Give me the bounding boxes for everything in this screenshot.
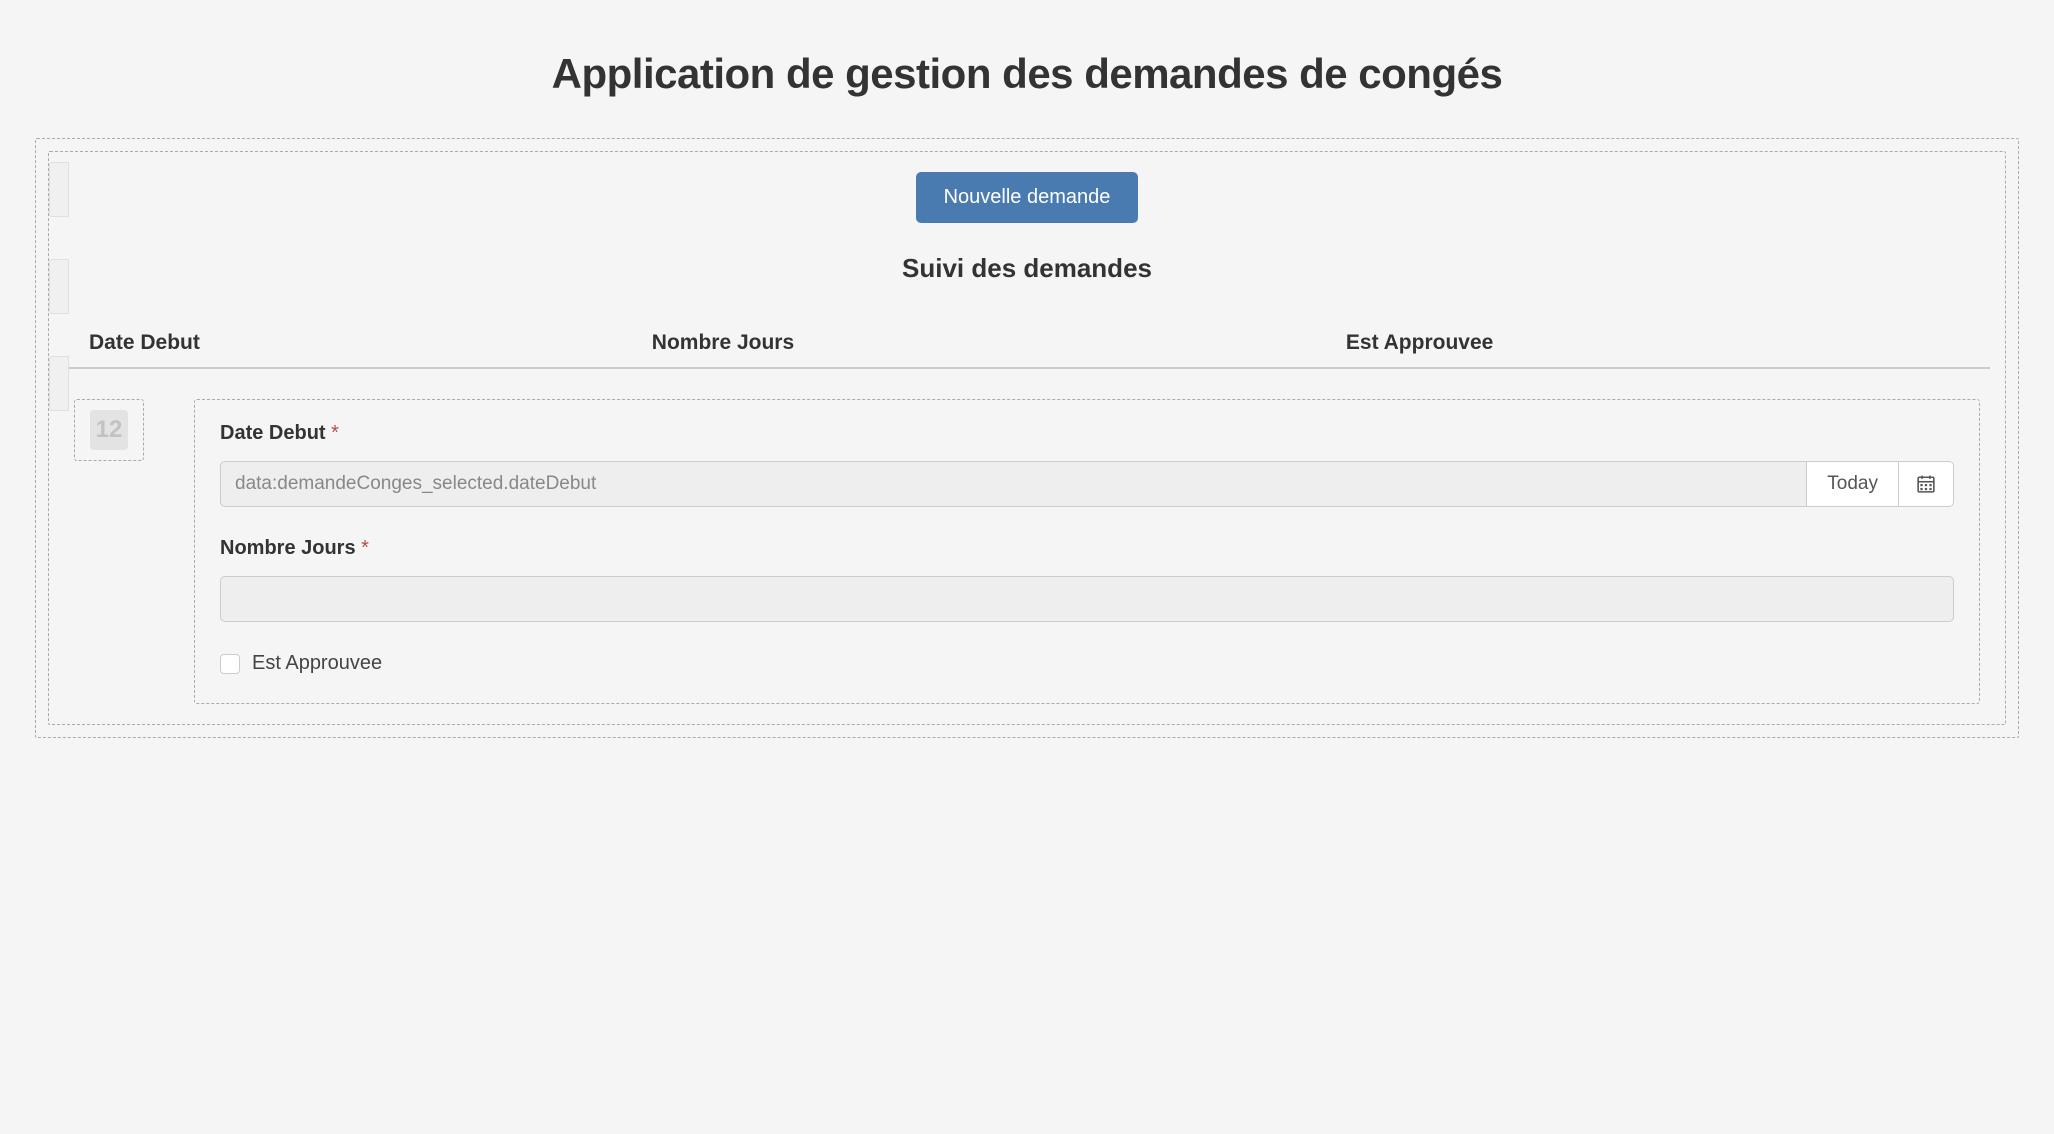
column-header-nombre-jours[interactable]: Nombre Jours: [652, 331, 1346, 355]
drag-handle-icon[interactable]: [49, 162, 69, 217]
record-index-badge-frame: 12: [74, 399, 144, 461]
est-approuvee-label: Est Approuvee: [252, 652, 382, 675]
nombre-jours-input[interactable]: [220, 576, 1954, 622]
designer-inner-frame: Nouvelle demande Suivi des demandes Date…: [48, 151, 2006, 725]
nombre-jours-label-text: Nombre Jours: [220, 537, 356, 559]
date-debut-input[interactable]: [220, 461, 1807, 507]
date-debut-label: Date Debut *: [220, 422, 1954, 445]
required-star-icon: *: [331, 422, 339, 444]
designer-handles: [49, 162, 69, 411]
nombre-jours-label: Nombre Jours *: [220, 537, 1954, 560]
est-approuvee-checkbox[interactable]: [220, 654, 240, 674]
detail-row: 12 Date Debut * Today: [64, 399, 1990, 704]
column-header-est-approuvee[interactable]: Est Approuvee: [1346, 331, 1965, 355]
required-star-icon: *: [361, 537, 369, 559]
column-header-date-debut[interactable]: Date Debut: [89, 331, 652, 355]
date-debut-label-text: Date Debut: [220, 422, 326, 444]
table-header-row: Date Debut Nombre Jours Est Approuvee: [64, 319, 1990, 369]
form-group-est-approuvee: Est Approuvee: [220, 652, 1954, 675]
app-title: Application de gestion des demandes de c…: [20, 50, 2034, 98]
new-request-button[interactable]: Nouvelle demande: [916, 172, 1139, 223]
calendar-picker-button[interactable]: [1899, 461, 1954, 507]
today-button[interactable]: Today: [1807, 461, 1899, 507]
record-index-badge: 12: [90, 410, 129, 450]
form-group-nombre-jours: Nombre Jours *: [220, 537, 1954, 622]
designer-outer-frame: Nouvelle demande Suivi des demandes Date…: [35, 138, 2019, 738]
drag-handle-icon[interactable]: [49, 356, 69, 411]
form-panel: Date Debut * Today: [194, 399, 1980, 704]
form-group-date-debut: Date Debut * Today: [220, 422, 1954, 507]
calendar-icon: [1917, 475, 1935, 493]
tracking-title: Suivi des demandes: [64, 253, 1990, 284]
drag-handle-icon[interactable]: [49, 259, 69, 314]
